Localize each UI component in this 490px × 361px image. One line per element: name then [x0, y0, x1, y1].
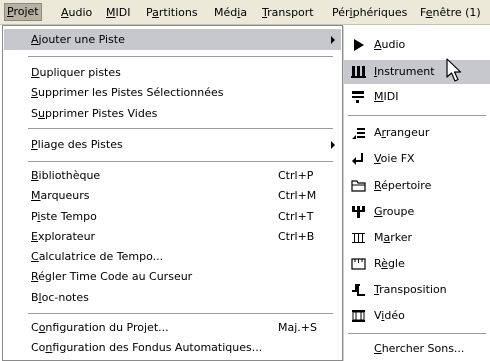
- mnemonic: u: [37, 107, 45, 120]
- mouse-cursor-icon: [446, 58, 462, 82]
- midi-icon: [352, 91, 364, 103]
- menu-audio[interactable]: Audio: [59, 4, 94, 22]
- mnemonic: A: [61, 6, 69, 19]
- mnemonic: C: [31, 250, 39, 263]
- menu-item-bloc-notes[interactable]: Bloc-notes: [4, 287, 341, 308]
- submenu-arrow-icon: [331, 141, 335, 149]
- submenu-item-audio[interactable]: Audio: [344, 33, 490, 57]
- marker-icon: [352, 233, 365, 243]
- ruler-icon: [351, 258, 366, 270]
- menu-item-pliage-des-pistes[interactable]: Pliage des Pistes: [4, 134, 341, 155]
- play-arrow-icon: [354, 39, 364, 51]
- menu-item-regler-time-code[interactable]: Régler Time Code au Curseur: [4, 266, 341, 287]
- submenu-item-groupe[interactable]: Groupe: [344, 200, 490, 224]
- separator: [28, 313, 333, 314]
- folder-icon: [351, 180, 366, 192]
- menu-partitions[interactable]: Partitions: [144, 4, 200, 22]
- menu-bar: Projet Audio MIDI Partitions Média Trans…: [0, 0, 490, 25]
- mnemonic: A: [374, 38, 382, 51]
- separator: [28, 56, 333, 57]
- arranger-icon: [352, 128, 365, 139]
- menu-fenetre[interactable]: Fenêtre (1): [418, 4, 483, 22]
- submenu-item-marker[interactable]: Marker: [344, 226, 490, 250]
- mnemonic: E: [31, 230, 38, 243]
- menu-peripheriques[interactable]: Périphériques: [330, 4, 409, 22]
- separator: [28, 161, 333, 162]
- mnemonic: a: [152, 6, 159, 19]
- menu-item-dupliquer-pistes[interactable]: Dupliquer pistes: [4, 62, 341, 83]
- menu-item-bibliotheque[interactable]: Bibliothèque Ctrl+P: [4, 165, 341, 186]
- mnemonic: M: [374, 90, 384, 103]
- menu-item-explorateur[interactable]: Explorateur Ctrl+B: [4, 226, 341, 247]
- submenu-item-instrument[interactable]: Instrument: [344, 60, 490, 84]
- mnemonic: è: [381, 257, 388, 270]
- mnemonic: A: [31, 33, 39, 46]
- submenu-item-repertoire[interactable]: Répertoire: [344, 174, 490, 198]
- menu-item-piste-tempo[interactable]: Piste Tempo Ctrl+T: [4, 206, 341, 227]
- menu-media[interactable]: Média: [212, 4, 249, 22]
- shortcut-label: Ctrl+P: [278, 169, 314, 182]
- submenu-arrow-icon: [331, 36, 335, 44]
- menu-midi[interactable]: MIDI: [104, 4, 132, 22]
- instrument-keys-icon: [351, 66, 366, 78]
- submenu-item-voie-fx[interactable]: Voie FX: [344, 147, 490, 171]
- menu-transport[interactable]: Transport: [260, 4, 316, 22]
- mnemonic: M: [31, 189, 41, 202]
- separator: [28, 128, 333, 129]
- submenu-item-arrangeur[interactable]: Arrangeur: [344, 121, 490, 145]
- menu-item-configuration-du-projet[interactable]: Configuration du Projet... Maj.+S: [4, 317, 341, 338]
- transpose-icon: [352, 284, 365, 296]
- submenu-item-regle[interactable]: Règle: [344, 252, 490, 276]
- mnemonic: C: [374, 342, 382, 355]
- group-icon: [352, 206, 365, 218]
- video-icon: [352, 310, 365, 322]
- submenu-item-transposition[interactable]: Transposition: [344, 278, 490, 302]
- menu-item-supprimer-pistes-selectionnees[interactable]: Supprimer les Pistes Sélectionnées: [4, 82, 341, 103]
- mnemonic: M: [106, 6, 116, 19]
- menu-projet[interactable]: Projet: [4, 3, 42, 21]
- menu-item-calculatrice-de-tempo[interactable]: Calculatrice de Tempo...: [4, 246, 341, 267]
- menu-item-supprimer-pistes-vides[interactable]: Supprimer Pistes Vides: [4, 103, 341, 124]
- shortcut-label: Ctrl+B: [278, 230, 315, 243]
- projet-dropdown-menu: Ajouter une Piste Dupliquer pistes Suppr…: [2, 25, 343, 361]
- mnemonic: e: [425, 6, 433, 19]
- submenu-item-midi[interactable]: MIDI: [344, 85, 490, 109]
- separator: [348, 115, 486, 116]
- mnemonic: P: [31, 138, 38, 151]
- shortcut-label: Ctrl+M: [278, 189, 317, 202]
- submenu-item-video[interactable]: Vidéo: [344, 304, 490, 328]
- mnemonic: V: [374, 152, 381, 165]
- menu-item-marqueurs[interactable]: Marqueurs Ctrl+M: [4, 185, 341, 206]
- fx-return-icon: [352, 153, 363, 165]
- shortcut-label: Maj.+S: [278, 321, 317, 334]
- submenu-item-chercher-sons[interactable]: Chercher Sons...: [344, 337, 490, 361]
- mnemonic: B: [31, 169, 39, 182]
- menu-item-ajouter-une-piste[interactable]: Ajouter une Piste: [4, 29, 341, 50]
- mnemonic: S: [31, 86, 38, 99]
- separator: [348, 333, 486, 334]
- ajouter-une-piste-submenu: Audio Instrument MIDI Arrangeur Voie FX …: [344, 33, 490, 361]
- menu-item-configuration-des-fondus[interactable]: Configuration des Fondus Automatiques...: [4, 337, 341, 358]
- shortcut-label: Ctrl+T: [278, 210, 314, 223]
- mnemonic: G: [374, 205, 383, 218]
